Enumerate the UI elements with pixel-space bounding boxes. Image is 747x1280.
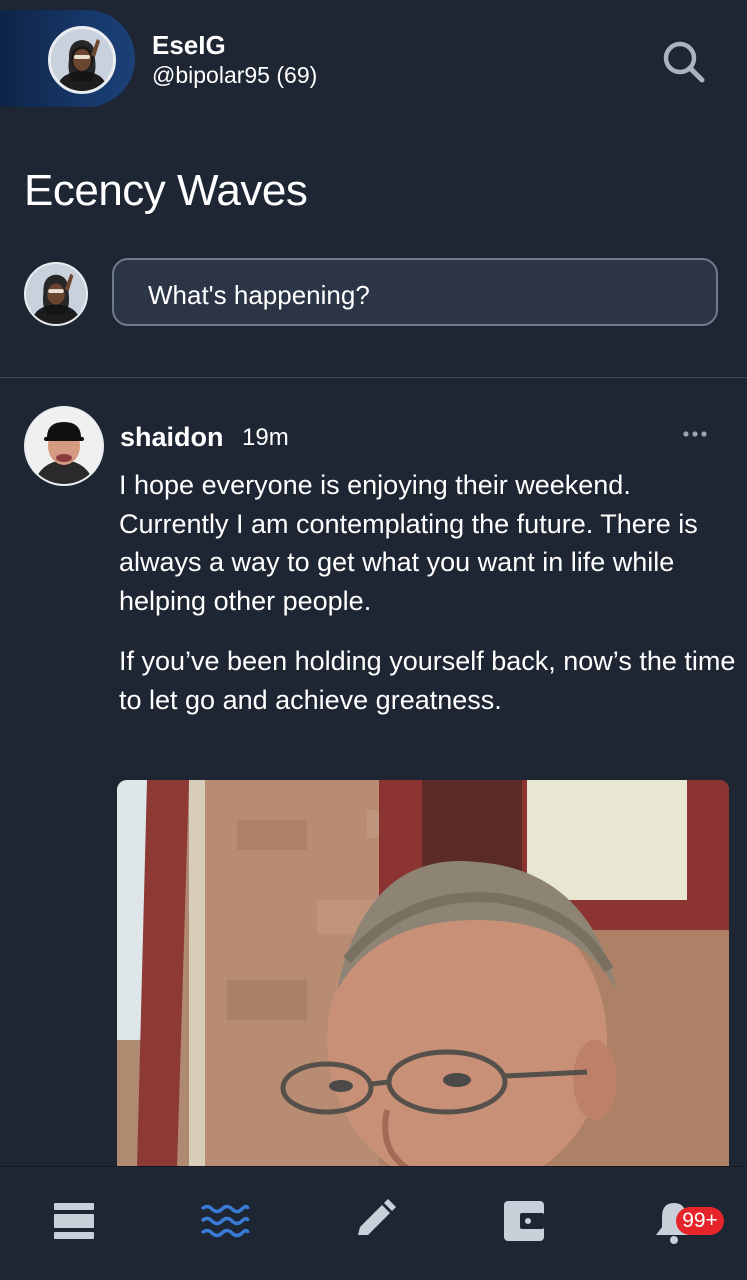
post-timestamp: 19m <box>242 424 289 451</box>
post-author[interactable]: shaidon <box>120 422 224 453</box>
nav-wallet[interactable] <box>498 1195 550 1247</box>
user-handle: @bipolar95 (69) <box>152 62 318 88</box>
wallet-icon <box>504 1201 544 1241</box>
waves-icon <box>200 1204 250 1238</box>
avatar-photo-icon <box>26 408 102 484</box>
search-button[interactable] <box>658 36 710 88</box>
nav-feed[interactable] <box>48 1195 100 1247</box>
bottom-navigation <box>0 1166 747 1280</box>
page-title: Ecency Waves <box>24 166 308 215</box>
post-paragraph: I hope everyone is enjoying their weeken… <box>119 470 698 616</box>
compose-input[interactable]: What's happening? <box>112 258 718 326</box>
notification-badge: 99+ <box>676 1207 724 1235</box>
avatar-photo-icon <box>26 264 86 324</box>
post-image[interactable] <box>117 780 729 1168</box>
nav-create[interactable] <box>348 1195 400 1247</box>
post-more-button[interactable] <box>678 420 714 448</box>
more-horizontal-icon <box>683 431 707 437</box>
compose-placeholder: What's happening? <box>148 280 370 310</box>
post-body: I hope everyone is enjoying their weeken… <box>119 466 739 741</box>
user-avatar[interactable] <box>48 26 116 94</box>
composer-avatar <box>24 262 88 326</box>
divider <box>0 377 747 378</box>
pencil-icon <box>358 1199 396 1235</box>
post-paragraph: If you’ve been holding yourself back, no… <box>119 646 736 715</box>
search-icon <box>663 41 705 83</box>
ecency-waves-screen: EseIG @bipolar95 (69) Ecency Waves What'… <box>0 0 747 1280</box>
feed-icon <box>54 1203 94 1239</box>
post-author-avatar[interactable] <box>24 406 104 486</box>
selfie-photo <box>117 780 729 1168</box>
avatar-photo-icon <box>51 29 113 91</box>
display-name: EseIG <box>152 30 226 60</box>
app-header: EseIG @bipolar95 (69) <box>0 0 747 108</box>
nav-waves[interactable] <box>198 1195 250 1247</box>
